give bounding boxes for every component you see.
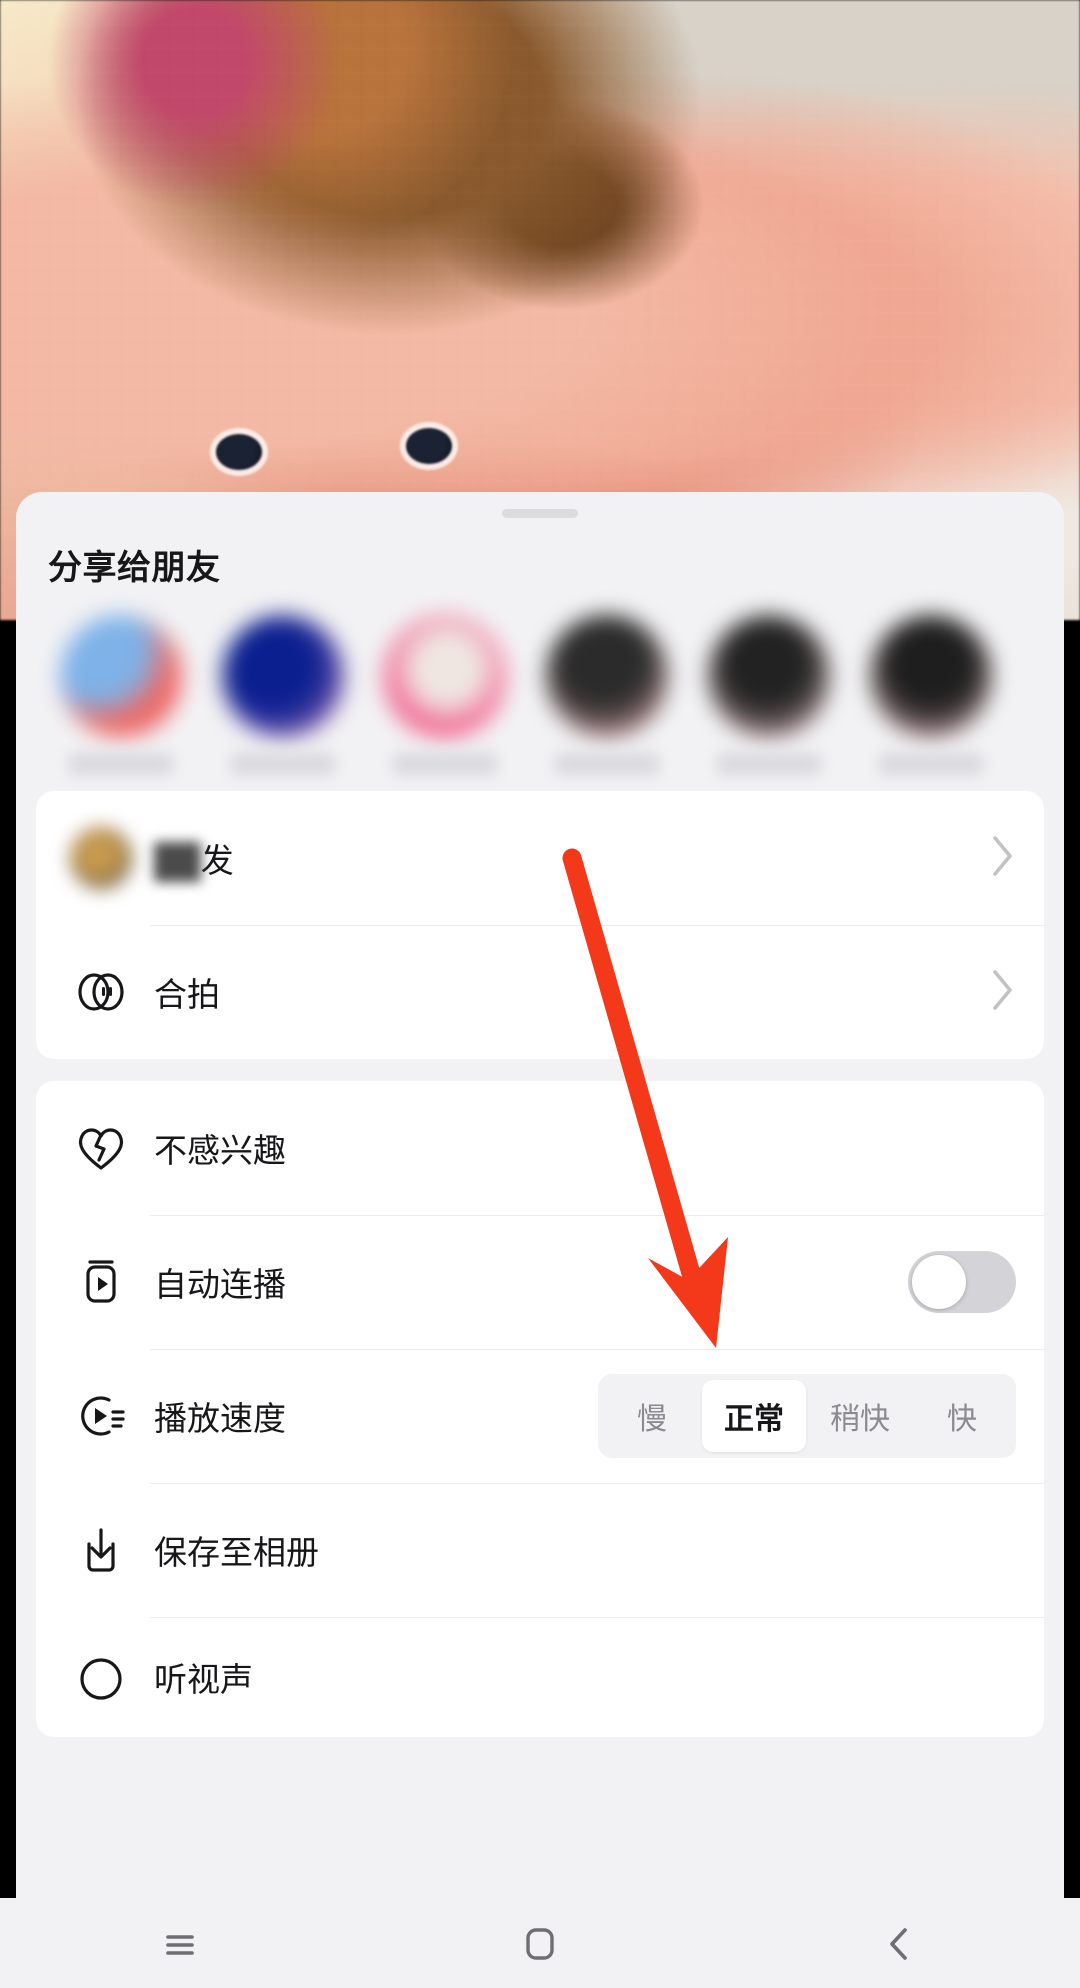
row-not-interested[interactable]: 不感兴趣 [36,1081,1044,1215]
toggle-knob [912,1255,966,1309]
friend-name [555,753,659,775]
avatar [222,615,344,737]
friend-share-item[interactable] [364,615,526,775]
friend-name [231,753,335,775]
audio-icon [70,1649,132,1705]
speed-option-faster[interactable]: 稍快 [808,1380,912,1452]
blurred-username: ██ [154,842,201,879]
friend-name [393,753,497,775]
friend-share-item[interactable] [688,615,850,775]
avatar [546,615,668,737]
row-label-text: 不感兴趣 [154,1132,286,1169]
speed-option-fast[interactable]: 快 [914,1380,1010,1452]
android-navbar [0,1898,1080,1988]
friend-name [717,753,821,775]
chevron-right-icon [990,834,1016,883]
avatar-icon [70,827,132,889]
row-label-text: 合拍 [154,976,220,1013]
autoplay-toggle[interactable] [908,1251,1016,1313]
speed-option-slow[interactable]: 慢 [604,1380,700,1452]
friend-share-item[interactable] [202,615,364,775]
row-label-text: 播放速度 [154,1400,286,1437]
decorative-eye-left [216,434,262,470]
recents-button[interactable] [120,1898,240,1988]
row-label-text: 听视声 [154,1661,253,1698]
autoplay-icon [70,1254,132,1310]
row-repost[interactable]: ██发 [36,791,1044,925]
row-label-text: 发 [200,842,234,879]
home-button[interactable] [480,1898,600,1988]
row-duet[interactable]: 合拍 [36,925,1044,1059]
settings-card: 不感兴趣 自动连播 播放速度 慢 正常 稍快 快 保存至相册 听视声 [36,1081,1044,1737]
chevron-right-icon [990,968,1016,1017]
friend-share-item[interactable] [850,615,1012,775]
avatar [870,615,992,737]
avatar [60,615,182,737]
phone-screen: 分享给朋友 ██发 合拍 不感兴趣 自动连播 播放速度 慢 正常 稍快 快 保存… [0,0,1080,1988]
row-label-text: 自动连播 [154,1266,286,1303]
row-audio[interactable]: 听视声 [36,1617,1044,1737]
share-bottom-sheet: 分享给朋友 ██发 合拍 不感兴趣 自动连播 播放速度 慢 正常 稍快 快 保存… [16,492,1064,1898]
friend-share-item[interactable] [40,615,202,775]
row-save-to-album[interactable]: 保存至相册 [36,1483,1044,1617]
back-button[interactable] [840,1898,960,1988]
row-playback-speed[interactable]: 播放速度 慢 正常 稍快 快 [36,1349,1044,1483]
download-icon [70,1522,132,1578]
speed-segmented-control[interactable]: 慢 正常 稍快 快 [598,1374,1016,1458]
avatar [708,615,830,737]
duet-icon [70,963,132,1021]
row-autoplay[interactable]: 自动连播 [36,1215,1044,1349]
avatar [384,615,506,737]
broken-heart-icon [70,1120,132,1176]
sheet-title: 分享给朋友 [48,549,221,587]
row-label: ██发 [154,834,234,882]
friend-name [69,753,173,775]
friend-name [879,753,983,775]
actions-card: ██发 合拍 [36,791,1044,1059]
friend-share-list[interactable] [16,589,1064,791]
drag-handle[interactable] [502,509,578,518]
speed-icon [70,1388,132,1444]
speed-option-normal[interactable]: 正常 [702,1380,806,1452]
row-label-text: 保存至相册 [154,1534,319,1571]
friend-share-item[interactable] [526,615,688,775]
decorative-eye-right [406,428,452,464]
